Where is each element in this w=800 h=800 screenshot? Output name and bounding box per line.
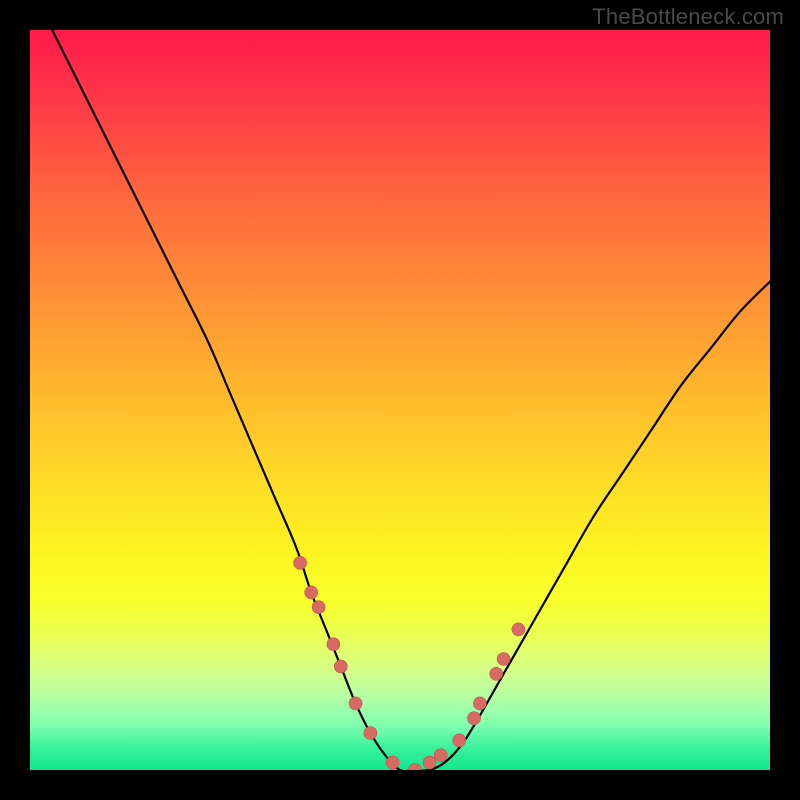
highlight-marker xyxy=(473,697,486,710)
highlight-marker xyxy=(408,764,421,771)
highlight-marker xyxy=(364,727,377,740)
highlight-marker xyxy=(434,749,447,762)
chart-svg xyxy=(30,30,770,770)
highlight-marker xyxy=(294,556,307,569)
highlight-marker xyxy=(453,734,466,747)
highlight-marker xyxy=(490,667,503,680)
highlight-marker xyxy=(312,601,325,614)
highlight-marker xyxy=(334,660,347,673)
highlight-marker xyxy=(497,653,510,666)
chart-plot-area xyxy=(30,30,770,770)
highlight-marker xyxy=(423,756,436,769)
bottleneck-curve-path xyxy=(52,30,770,770)
highlight-marker xyxy=(468,712,481,725)
highlight-markers xyxy=(294,556,525,770)
outer-frame: TheBottleneck.com xyxy=(0,0,800,800)
highlight-marker xyxy=(386,756,399,769)
highlight-marker xyxy=(305,586,318,599)
watermark-text: TheBottleneck.com xyxy=(592,4,784,30)
highlight-marker xyxy=(349,697,362,710)
highlight-marker xyxy=(512,623,525,636)
highlight-marker xyxy=(327,638,340,651)
